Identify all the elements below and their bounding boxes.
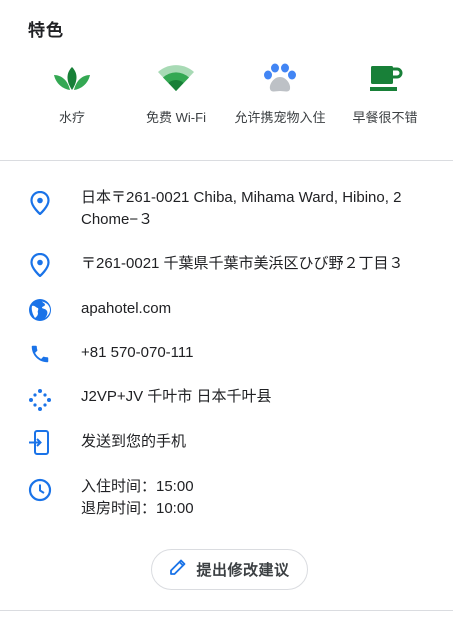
feature-breakfast-label: 早餐很不错 bbox=[352, 110, 418, 125]
suggest-edit-label: 提出修改建议 bbox=[196, 562, 290, 579]
feature-wifi: 免费 Wi-Fi bbox=[128, 60, 224, 126]
features-list: 水疗 免费 Wi-Fi 允许携宠物入住 早餐很不错 bbox=[17, 60, 447, 150]
website-row[interactable]: apahotel.com bbox=[0, 298, 453, 322]
address-row[interactable]: 日本〒261-0021 Chiba, Mihama Ward, Hibino, … bbox=[0, 187, 453, 233]
wifi-icon bbox=[128, 60, 224, 96]
feature-wifi-label: 免费 Wi-Fi bbox=[146, 110, 206, 125]
send-to-phone-row[interactable]: 发送到您的手机 bbox=[0, 430, 453, 455]
checkout-time: 退房时间：10:00 bbox=[81, 500, 194, 517]
feature-spa-label: 水疗 bbox=[58, 110, 85, 125]
features-section-title: 特色 bbox=[28, 21, 64, 40]
address-ja-row[interactable]: 〒261-0021 千葉県千葉市美浜区ひび野２丁目３ bbox=[0, 253, 453, 277]
globe-icon bbox=[28, 298, 52, 322]
bottom-divider bbox=[0, 610, 453, 611]
checkin-time: 入住时间：15:00 bbox=[81, 478, 194, 495]
feature-spa: 水疗 bbox=[24, 60, 120, 126]
coffee-cup-icon bbox=[337, 60, 433, 96]
suggest-edit-button[interactable]: 提出修改建议 bbox=[151, 549, 308, 590]
section-divider bbox=[0, 160, 453, 161]
phone-icon bbox=[28, 342, 52, 366]
clock-icon bbox=[28, 478, 52, 502]
location-pin-icon bbox=[28, 253, 52, 277]
plus-code-icon bbox=[28, 388, 52, 412]
send-to-phone-text[interactable]: 发送到您的手机 bbox=[81, 431, 426, 453]
address-ja-text: 〒261-0021 千葉県千葉市美浜区ひび野２丁目３ bbox=[81, 255, 404, 272]
feature-breakfast: 早餐很不错 bbox=[337, 60, 433, 126]
pencil-icon bbox=[169, 558, 187, 581]
feature-pets: 允许携宠物入住 bbox=[232, 60, 328, 126]
phone-row[interactable]: +81 570-070-111 bbox=[0, 342, 453, 366]
plus-code-row[interactable]: J2VP+JV 千叶市 日本千叶县 bbox=[0, 386, 453, 412]
plus-code-text: J2VP+JV 千叶市 日本千叶县 bbox=[81, 388, 272, 405]
address-en-text: 日本〒261-0021 Chiba, Mihama Ward, Hibino, … bbox=[81, 189, 402, 228]
checkin-checkout-row: 入住时间：15:00 退房时间：10:00 bbox=[0, 476, 453, 522]
website-link[interactable]: apahotel.com bbox=[81, 298, 426, 320]
spa-leaves-icon bbox=[24, 60, 120, 96]
location-pin-icon bbox=[28, 191, 52, 215]
feature-pets-label: 允许携宠物入住 bbox=[234, 110, 326, 125]
send-to-phone-icon bbox=[28, 430, 52, 455]
pet-paw-icon bbox=[232, 60, 328, 96]
phone-number[interactable]: +81 570-070-111 bbox=[81, 342, 426, 364]
